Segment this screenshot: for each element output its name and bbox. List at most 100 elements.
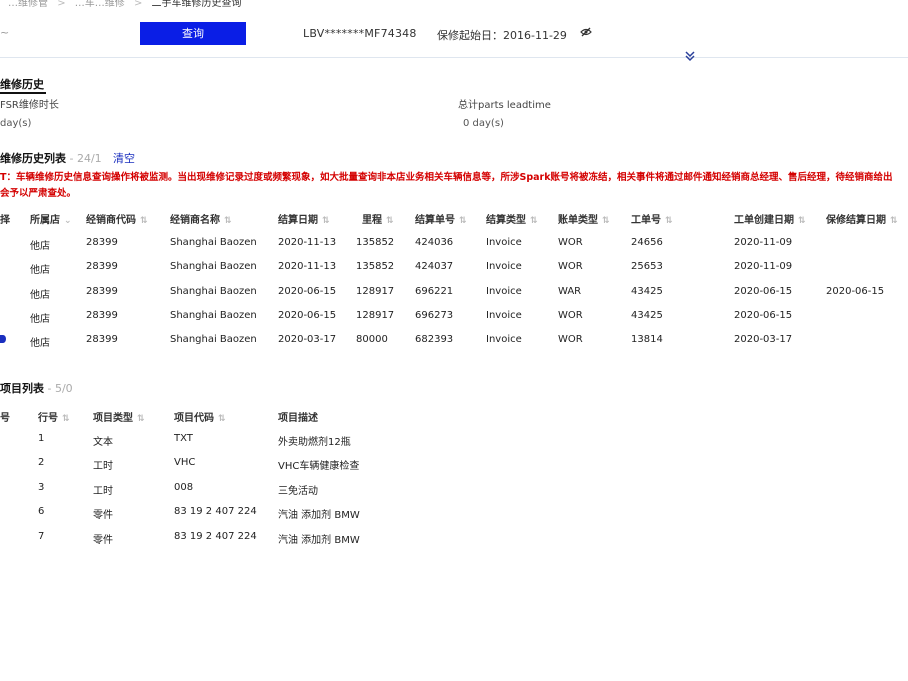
cell-wo-date: 2020-11-09	[734, 261, 793, 273]
cell-settle-no: 424037	[415, 261, 454, 273]
sort-icon[interactable]: ⇅	[890, 216, 898, 226]
sort-icon[interactable]: ⇅	[322, 216, 330, 226]
cell-mileage: 135852	[356, 261, 395, 273]
sort-icon[interactable]: ⇅	[665, 216, 673, 226]
cell-store: 他店	[30, 313, 50, 325]
warranty-start-label: 保修起始日：	[437, 29, 503, 42]
left-field-fragment: ~	[0, 26, 10, 39]
item-line: 7	[38, 530, 45, 542]
cell-dealer-name: Shanghai Baozen	[170, 237, 257, 248]
col-select: 择	[0, 215, 10, 226]
cell-wo-date: 2020-03-17	[734, 334, 793, 346]
col-wo-date[interactable]: 工单创建日期 ⇅	[734, 211, 806, 226]
breadcrumb-item[interactable]: …车…维修	[75, 0, 125, 9]
sort-icon[interactable]: ⇅	[218, 414, 226, 424]
sort-icon[interactable]: ⇅	[386, 216, 394, 226]
cell-dealer-code: 28399	[86, 309, 118, 321]
col-item-code[interactable]: 项目代码 ⇅	[174, 409, 226, 424]
item-type: 工时	[93, 461, 113, 473]
col-line-label: 行号	[38, 413, 58, 424]
item-code: 83 19 2 407 224	[174, 530, 257, 542]
col-dealer-name[interactable]: 经销商名称 ⇅	[170, 211, 232, 226]
cell-settle-date: 2020-11-13	[278, 261, 337, 273]
item-type: 零件	[93, 534, 113, 546]
cell-bill-type: WOR	[558, 334, 583, 346]
sort-icon[interactable]: ⇅	[62, 414, 70, 424]
sort-icon[interactable]: ⇅	[224, 216, 232, 226]
col-settle-type[interactable]: 结算类型 ⇅	[486, 211, 538, 226]
item-code: VHC	[174, 457, 196, 469]
col-settle-no[interactable]: 结算单号 ⇅	[415, 211, 467, 226]
cell-wo-date: 2020-06-15	[734, 309, 793, 321]
col-settle-type-label: 结算类型	[486, 215, 526, 226]
sort-icon[interactable]: ⇅	[137, 414, 145, 424]
cell-bill-type: WOR	[558, 309, 583, 321]
cell-dealer-code: 28399	[86, 261, 118, 273]
col-mileage[interactable]: 里程 ⇅	[362, 211, 394, 226]
item-desc: VHC车辆健康检查	[278, 461, 360, 473]
col-store-label: 所属店	[30, 215, 60, 226]
clear-button[interactable]: 清空	[113, 150, 135, 166]
col-settle-date-label: 结算日期	[278, 215, 318, 226]
items-list-title-text: 项目列表	[0, 382, 44, 395]
col-mileage-label: 里程	[362, 215, 382, 226]
col-dealer-name-label: 经销商名称	[170, 215, 220, 226]
divider	[0, 57, 908, 58]
parts-leadtime-label: 总计parts leadtime	[458, 100, 551, 111]
item-code: 008	[174, 481, 194, 493]
sort-icon[interactable]: ⇅	[602, 216, 610, 226]
item-desc: 汽油 添加剂 BMW	[278, 510, 360, 522]
item-code: 83 19 2 407 224	[174, 506, 257, 518]
search-button[interactable]: 查询	[140, 22, 246, 45]
col-settle-no-label: 结算单号	[415, 215, 455, 226]
col-store[interactable]: 所属店 ⌄	[30, 211, 72, 226]
cell-mileage: 80000	[356, 334, 388, 346]
breadcrumb-item[interactable]: …维修管	[8, 0, 48, 9]
cell-store: 他店	[30, 265, 50, 277]
cell-settle-type: Invoice	[486, 334, 522, 346]
cell-dealer-name: Shanghai Baozen	[170, 261, 257, 273]
item-type: 工时	[93, 485, 113, 497]
col-dealer-code[interactable]: 经销商代码 ⇅	[86, 211, 148, 226]
cell-bill-type: WOR	[558, 237, 583, 248]
item-line: 3	[38, 481, 45, 493]
sort-icon[interactable]: ⇅	[798, 216, 806, 226]
cell-dealer-code: 28399	[86, 237, 118, 248]
sort-icon[interactable]: ⇅	[459, 216, 467, 226]
item-line: 1	[38, 433, 45, 444]
col-warranty-date[interactable]: 保修结算日期 ⇅	[826, 211, 898, 226]
col-item-desc: 项目描述	[278, 413, 318, 424]
col-wo-no[interactable]: 工单号 ⇅	[631, 211, 673, 226]
title-underline	[0, 92, 46, 94]
eye-slash-icon[interactable]	[580, 26, 592, 41]
item-code: TXT	[174, 433, 193, 444]
col-wo-no-label: 工单号	[631, 215, 661, 226]
sort-icon[interactable]: ⇅	[530, 216, 538, 226]
item-type: 文本	[93, 437, 113, 448]
col-bill-type[interactable]: 账单类型 ⇅	[558, 211, 610, 226]
cell-store: 他店	[30, 289, 50, 301]
col-item-code-label: 项目代码	[174, 413, 214, 424]
sort-icon[interactable]: ⇅	[140, 216, 148, 226]
cell-settle-date: 2020-03-17	[278, 334, 337, 346]
cell-mileage: 128917	[356, 309, 395, 321]
item-desc: 外卖助燃剂12瓶	[278, 437, 351, 448]
double-chevron-down-icon[interactable]	[684, 50, 696, 65]
item-line: 6	[38, 506, 45, 518]
cell-bill-type: WAR	[558, 285, 582, 297]
parts-leadtime-value: 0 day(s)	[463, 118, 504, 129]
fsr-duration-label: FSR维修时长	[0, 100, 59, 111]
col-line[interactable]: 行号 ⇅	[38, 409, 70, 424]
chevron-down-icon[interactable]: ⌄	[64, 216, 72, 226]
cell-settle-date: 2020-06-15	[278, 285, 337, 297]
cell-dealer-name: Shanghai Baozen	[170, 334, 257, 346]
cell-mileage: 128917	[356, 285, 395, 297]
warning-text-line2: 会予以严肃查处。	[0, 188, 77, 199]
row-select-radio[interactable]	[0, 335, 6, 343]
cell-settle-no: 696273	[415, 309, 454, 321]
items-list-title: 项目列表 - 5/0	[0, 380, 73, 396]
col-item-type[interactable]: 项目类型 ⇅	[93, 409, 145, 424]
cell-wo-date: 2020-06-15	[734, 285, 793, 297]
vin-display: LBV*******MF74348	[303, 27, 417, 40]
col-settle-date[interactable]: 结算日期 ⇅	[278, 211, 330, 226]
